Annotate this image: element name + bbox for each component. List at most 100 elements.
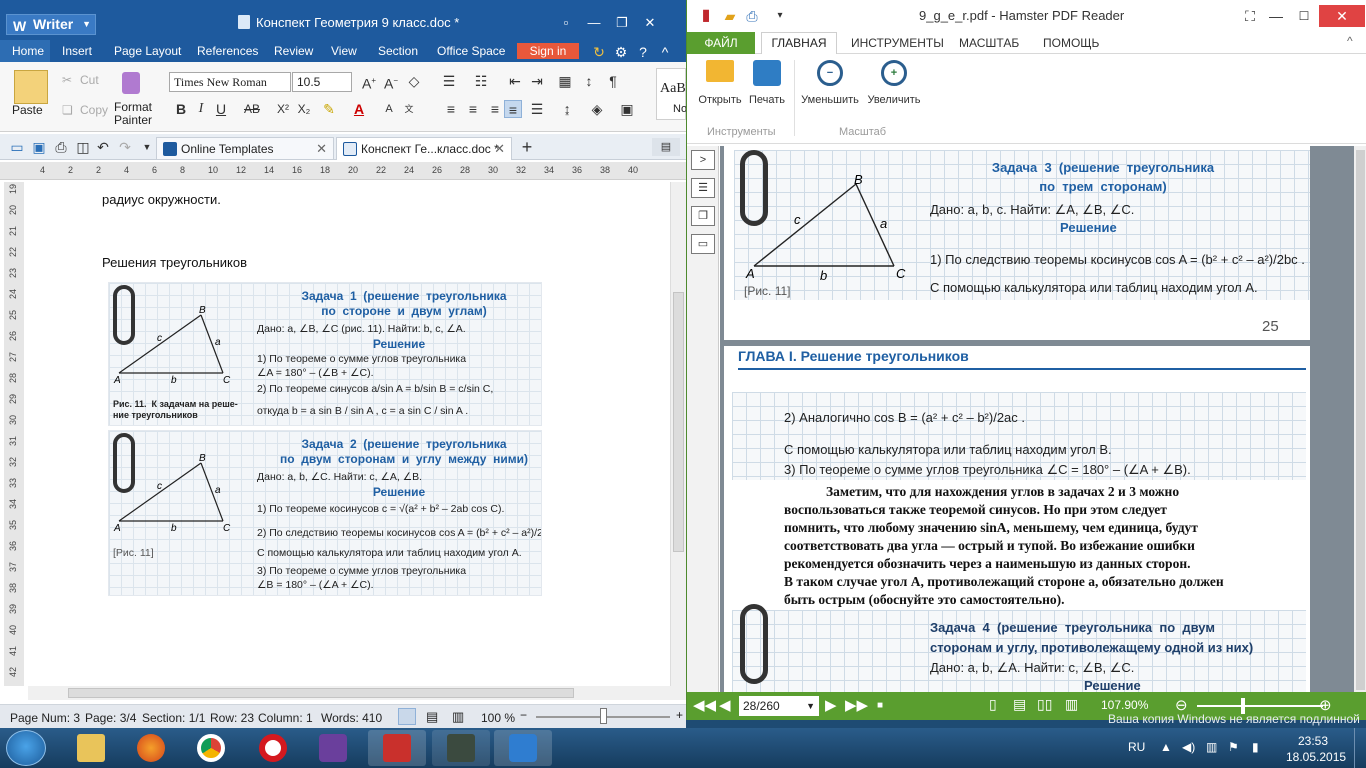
skin-icon[interactable]: ▫ [556,14,576,32]
copy-button[interactable]: Copy [80,103,108,117]
phonetic-icon[interactable]: 文 [400,100,418,118]
menu-office-space[interactable]: Office Space [437,44,505,58]
bookmarks-icon[interactable]: ☰ [691,178,715,198]
redo-icon[interactable]: ↷ [116,138,134,156]
horizontal-ruler[interactable]: 4 2 2 4 6 8 10 12 14 16 18 20 22 24 26 28 30 32 34 36 38 40 [0,162,686,180]
align-center-icon[interactable]: ≡ [464,100,482,118]
writer-taskbar-button[interactable] [494,730,552,766]
char-shading-icon[interactable]: A [380,100,398,118]
minimize-button[interactable]: — [584,14,604,32]
fullscreen-icon[interactable]: ⛶ [1241,7,1259,25]
single-page-icon[interactable]: ▯ [989,696,997,713]
annotations-icon[interactable]: ▭ [691,234,715,254]
paste-icon[interactable] [14,70,48,104]
horizontal-scrollbar[interactable] [28,686,686,700]
zoom-slider-knob[interactable] [600,708,607,724]
zoom-slider[interactable] [1197,705,1323,707]
menu-home[interactable]: Home [0,40,50,62]
scroll-thumb[interactable] [68,688,574,698]
print-icon[interactable]: ⎙ [52,138,70,156]
continuous-icon[interactable]: ▤ [1013,696,1026,713]
grow-font-icon[interactable]: A+ [360,72,378,92]
zoom-out-icon[interactable]: − [520,708,527,722]
save-icon[interactable]: ▣ [30,138,48,156]
bullets-icon[interactable]: ☰ [440,72,458,90]
menu-page-layout[interactable]: Page Layout [114,44,181,58]
two-page-icon[interactable]: ▯▯ [1037,696,1052,713]
menu-file[interactable]: ФАЙЛ [687,32,755,54]
menu-section[interactable]: Section [378,44,418,58]
justify-icon[interactable]: ≡ [504,100,522,118]
align-right-icon[interactable]: ≡ [486,100,504,118]
vertical-ruler[interactable]: 19 20 21 22 23 24 25 26 27 28 29 30 31 32 33 34 35 36 37 38… [4,182,24,686]
sign-in-button[interactable]: Sign in [517,43,579,59]
two-page-continuous-icon[interactable]: ▥ [1065,696,1078,713]
help-icon[interactable]: ↻ [590,43,608,61]
menu-insert[interactable]: Insert [62,44,92,58]
copy-icon[interactable]: ❏ [62,103,73,117]
bold-icon[interactable]: B [172,100,190,118]
italic-icon[interactable]: I [192,100,210,118]
show-desktop-button[interactable] [1354,728,1366,768]
chrome-button[interactable] [182,730,240,766]
decrease-indent-icon[interactable]: ⇤ [506,72,524,90]
clock-date[interactable]: 18.05.2015 [1286,750,1346,764]
print-icon[interactable]: ⎙ [743,7,761,25]
network-icon[interactable]: ▥ [1206,740,1217,754]
line-spacing-icon[interactable]: ↨ [558,100,576,118]
volume-icon[interactable]: ◀) [1182,740,1195,754]
pdf-vertical-scrollbar[interactable] [1354,146,1366,692]
underline-icon[interactable]: U [212,100,230,118]
menu-help[interactable]: ПОМОЩЬ [1043,36,1099,50]
zoom-in-icon[interactable]: + [676,708,683,722]
menu-review[interactable]: Review [274,44,313,58]
terminal-button[interactable] [432,730,490,766]
opera-button[interactable] [244,730,302,766]
close-tab-icon[interactable]: ✕ [316,138,327,160]
menu-references[interactable]: References [197,44,258,58]
strikethrough-icon[interactable]: AB [240,100,264,118]
pdf-document-view[interactable]: A B C c a b [Рис. 11] Задача 3 (решение … [720,146,1354,692]
numbering-icon[interactable]: ☷ [472,72,490,90]
minimize-button[interactable]: — [1267,7,1285,25]
start-button[interactable] [6,730,46,766]
highlight-icon[interactable]: ✎ [320,100,338,118]
info-icon[interactable]: ? [634,43,652,61]
page-number-input[interactable]: 28/260 ▼ [739,696,819,716]
quick-access-dropdown-icon[interactable]: ▼ [138,138,156,156]
tab-list-icon[interactable]: ▤ [652,138,680,156]
new-icon[interactable]: ▭ [8,138,26,156]
last-page-icon[interactable]: ▶▶ [845,696,868,714]
show-marks-icon[interactable]: ¶ [604,72,622,90]
menu-scale[interactable]: МАСШТАБ [959,36,1019,50]
scroll-thumb[interactable] [673,292,684,552]
vertical-scrollbar[interactable] [670,182,686,686]
font-color-icon[interactable]: A [350,100,368,118]
prev-page-icon[interactable]: ◀ [719,696,731,714]
shading-icon[interactable]: ◈ [588,100,606,118]
new-tab-icon[interactable]: + [518,138,536,156]
increase-indent-icon[interactable]: ⇥ [528,72,546,90]
subscript-icon[interactable]: X₂ [295,100,313,118]
undo-icon[interactable]: ↶ [94,138,112,156]
clock-time[interactable]: 23:53 [1298,734,1328,748]
menu-tools[interactable]: ИНСТРУМЕНТЫ [851,36,944,50]
document-page[interactable]: радиус окружности. Решения треугольников… [28,182,668,686]
status-zoom[interactable]: 100 % [481,711,515,725]
close-button[interactable]: ✕ [640,14,660,32]
tray-expand-icon[interactable]: ▲ [1160,740,1172,754]
cut-button[interactable]: Cut [80,73,99,87]
expand-panel-icon[interactable]: > [691,150,715,170]
cut-icon[interactable]: ✂ [62,73,72,87]
writer-app-menu-button[interactable]: W Writer ▼ [6,14,96,35]
flag-icon[interactable]: ⚑ [1228,740,1239,754]
open-button[interactable]: Открыть [695,60,745,106]
open-folder-icon[interactable]: ▰ [721,7,739,25]
collapse-ribbon-icon[interactable]: ^ [1347,34,1353,48]
scroll-thumb[interactable] [1356,150,1365,690]
superscript-icon[interactable]: X² [274,100,292,118]
menu-view[interactable]: View [331,44,357,58]
print-button[interactable]: Печать [743,60,791,106]
table-icon[interactable]: ▦ [556,72,574,90]
distributed-icon[interactable]: ☰ [528,100,546,118]
